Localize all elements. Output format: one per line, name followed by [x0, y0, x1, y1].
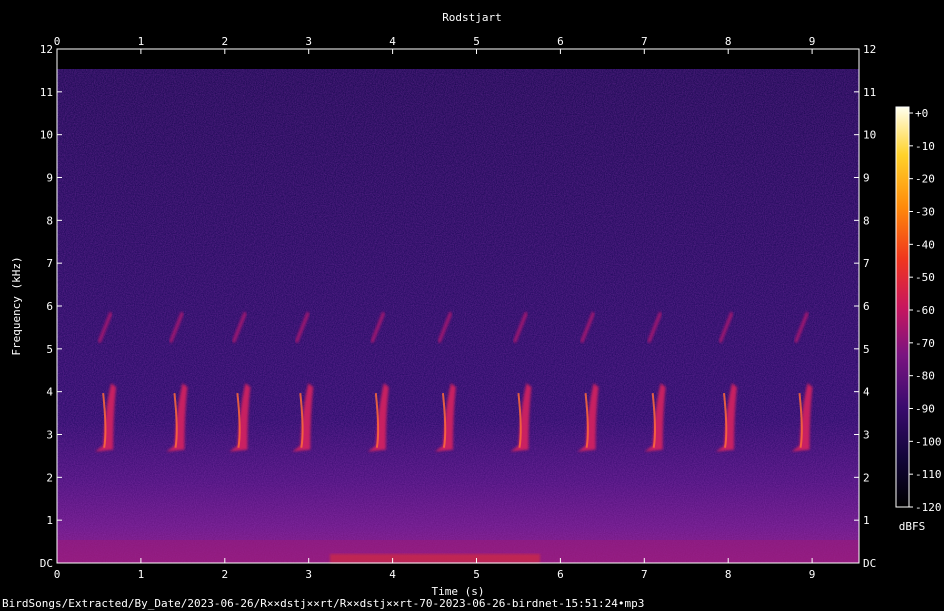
- y-tick-label-left: DC: [40, 557, 53, 570]
- y-tick-label-right: 7: [863, 257, 870, 270]
- colorbar-tick-label: -110: [915, 468, 942, 481]
- x-tick-label-top: 7: [641, 35, 648, 48]
- x-tick-label-bottom: 7: [641, 568, 648, 581]
- y-tick-label-left: 1: [46, 514, 53, 527]
- spectrogram-noise: [57, 69, 859, 563]
- colorbar-tick-label: -90: [915, 403, 935, 416]
- x-tick-label-top: 2: [221, 35, 228, 48]
- file-path: BirdSongs/Extracted/By_Date/2023-06-26/R…: [2, 597, 645, 610]
- y-tick-label-right: 10: [863, 129, 876, 142]
- colorbar-tick-label: -80: [915, 370, 935, 383]
- x-tick-label-top: 0: [54, 35, 61, 48]
- x-tick-label-top: 1: [138, 35, 145, 48]
- y-tick-label-left: 6: [46, 300, 53, 313]
- no-data-band: [57, 49, 859, 69]
- y-tick-label-right: 6: [863, 300, 870, 313]
- x-tick-label-bottom: 9: [809, 568, 816, 581]
- y-tick-label-right: 11: [863, 86, 876, 99]
- x-tick-label-bottom: 5: [473, 568, 480, 581]
- y-tick-label-left: 10: [40, 129, 53, 142]
- colorbar-tick-label: -60: [915, 304, 935, 317]
- y-tick-label-left: 9: [46, 172, 53, 185]
- colorbar-tick-label: -30: [915, 206, 935, 219]
- y-tick-label-right: 3: [863, 429, 870, 442]
- x-tick-label-bottom: 0: [54, 568, 61, 581]
- chart-title: Rodstjart: [442, 11, 502, 24]
- y-tick-label-right: 12: [863, 43, 876, 56]
- y-tick-label-left: 8: [46, 214, 53, 227]
- spectrogram-figure: Rodstjart 0123456789 0123456789 DC123456…: [10, 11, 942, 598]
- colorbar: [895, 106, 910, 508]
- colorbar-tick-label: -10: [915, 140, 935, 153]
- y-axis-label: Frequency (kHz): [10, 256, 23, 355]
- low-freq-hot-band: [330, 554, 540, 563]
- y-tick-label-left: 4: [46, 386, 53, 399]
- y-tick-label-right: DC: [863, 557, 876, 570]
- x-tick-label-top: 3: [305, 35, 312, 48]
- y-tick-label-left: 5: [46, 343, 53, 356]
- y-tick-label-right: 9: [863, 172, 870, 185]
- plot-area: [57, 49, 859, 563]
- colorbar-tick-label: -50: [915, 271, 935, 284]
- x-tick-label-top: 5: [473, 35, 480, 48]
- colorbar-tick-label: -120: [915, 501, 942, 514]
- y-tick-label-right: 5: [863, 343, 870, 356]
- colorbar-tick-label: -20: [915, 173, 935, 186]
- colorbar-tick-label: -100: [915, 435, 942, 448]
- y-tick-label-left: 7: [46, 257, 53, 270]
- x-tick-label-bottom: 8: [725, 568, 732, 581]
- colorbar-tick-label: -40: [915, 238, 935, 251]
- x-tick-label-bottom: 6: [557, 568, 564, 581]
- colorbar-ticks: +0 -10 -20 -30 -40 -50 -60 -70 -80 -90 -100 -110 -12…: [909, 107, 942, 514]
- x-tick-label-top: 8: [725, 35, 732, 48]
- colorbar-tick-label: -70: [915, 337, 935, 350]
- x-tick-label-bottom: 2: [221, 568, 228, 581]
- y-tick-label-right: 4: [863, 386, 870, 399]
- x-tick-label-bottom: 1: [138, 568, 145, 581]
- y-tick-label-left: 2: [46, 471, 53, 484]
- x-tick-label-top: 4: [389, 35, 396, 48]
- x-tick-label-bottom: 3: [305, 568, 312, 581]
- y-tick-label-right: 2: [863, 471, 870, 484]
- y-tick-label-right: 1: [863, 514, 870, 527]
- colorbar-tick-label: +0: [915, 107, 928, 120]
- y-tick-label-left: 12: [40, 43, 53, 56]
- x-tick-label-bottom: 4: [389, 568, 396, 581]
- y-tick-label-left: 11: [40, 86, 53, 99]
- x-tick-label-top: 9: [809, 35, 816, 48]
- x-tick-label-top: 6: [557, 35, 564, 48]
- colorbar-label: dBFS: [899, 520, 926, 533]
- y-tick-label-right: 8: [863, 214, 870, 227]
- y-tick-label-left: 3: [46, 429, 53, 442]
